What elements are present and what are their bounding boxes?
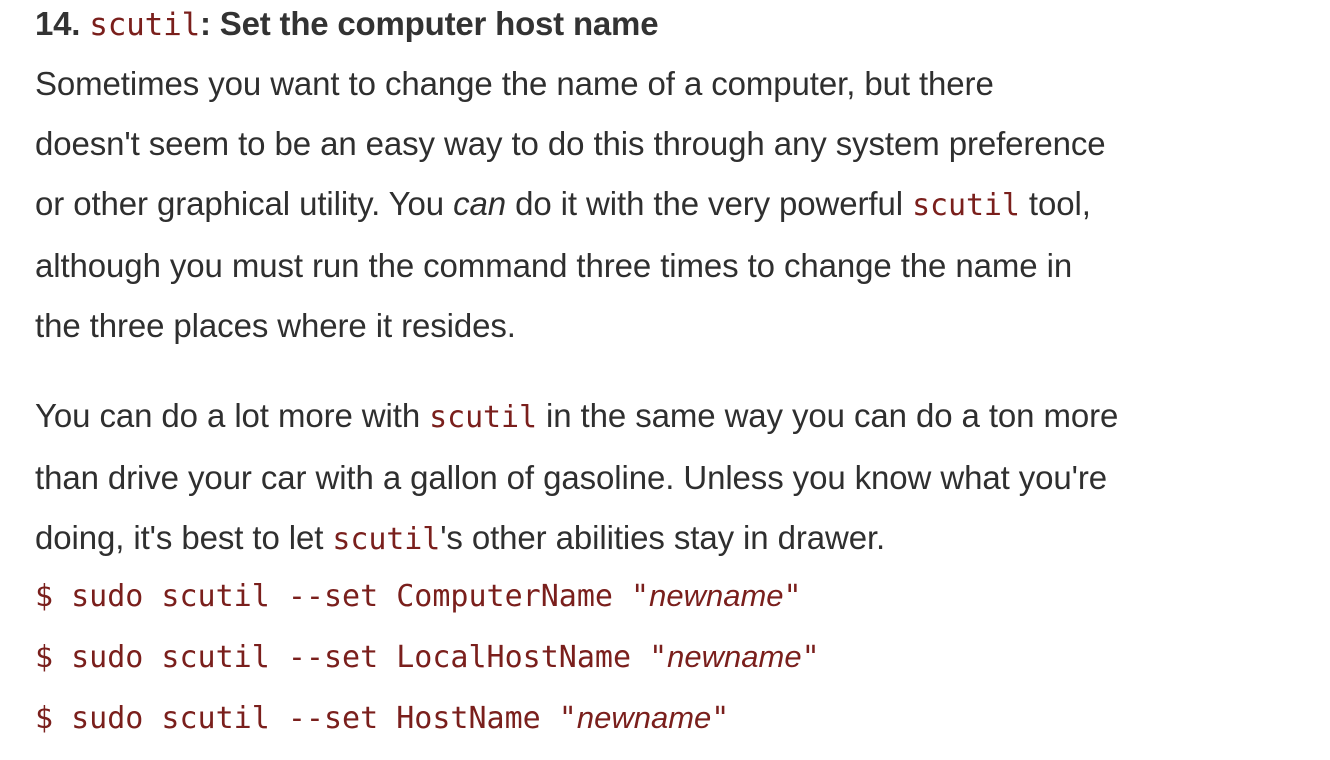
command-argument: newname: [667, 639, 802, 674]
command-quote: ": [711, 701, 730, 736]
command-block: $ sudo scutil --set ComputerName "newnam…: [35, 566, 820, 749]
text-segment: do it with the very powerful: [506, 185, 913, 222]
command-line-computername: $ sudo scutil --set ComputerName "newnam…: [35, 566, 820, 627]
section-number: 14.: [35, 5, 81, 42]
inline-code: scutil: [332, 522, 441, 557]
text-segment: You can do a lot more with: [35, 397, 430, 434]
heading-title-text: : Set the computer host name: [200, 5, 659, 42]
text-segment: or other graphical utility. You: [35, 185, 454, 222]
command-text: $ sudo scutil --set HostName ": [35, 701, 577, 736]
warning-paragraph: You can do a lot more with scutil in the…: [35, 386, 1310, 570]
paragraph-line: Sometimes you want to change the name of…: [35, 65, 994, 102]
command-argument: newname: [649, 578, 784, 613]
paragraph-line: You can do a lot more with scutil in the…: [35, 386, 1310, 448]
text-segment: in the same way you can do a ton more: [536, 397, 1119, 434]
command-quote: ": [783, 579, 802, 614]
command-quote: ": [801, 640, 820, 675]
command-line-hostname: $ sudo scutil --set HostName "newname": [35, 688, 820, 749]
text-segment: tool,: [1019, 185, 1091, 222]
paragraph-line: the three places where it resides.: [35, 307, 516, 344]
paragraph-line: than drive your car with a gallon of gas…: [35, 459, 1107, 496]
text-segment: 's other abilities stay in drawer.: [440, 519, 886, 556]
text-segment: doing, it's best to let: [35, 519, 333, 556]
inline-code: scutil: [429, 400, 537, 435]
command-argument: newname: [576, 700, 712, 735]
inline-code: scutil: [912, 188, 1020, 223]
command-text: $ sudo scutil --set LocalHostName ": [35, 640, 668, 675]
paragraph-line: or other graphical utility. You can do i…: [35, 174, 1295, 236]
intro-paragraph: Sometimes you want to change the name of…: [35, 54, 1295, 356]
paragraph-line: doing, it's best to let scutil's other a…: [35, 508, 1310, 570]
command-text: $ sudo scutil --set ComputerName ": [35, 579, 650, 614]
emphasis-text: can: [453, 185, 507, 222]
heading-command-code: scutil: [89, 7, 201, 43]
command-line-localhostname: $ sudo scutil --set LocalHostName "newna…: [35, 627, 820, 688]
paragraph-line: doesn't seem to be an easy way to do thi…: [35, 125, 1106, 162]
section-heading: 14. scutil: Set the computer host name: [35, 4, 659, 45]
paragraph-line: although you must run the command three …: [35, 247, 1073, 284]
